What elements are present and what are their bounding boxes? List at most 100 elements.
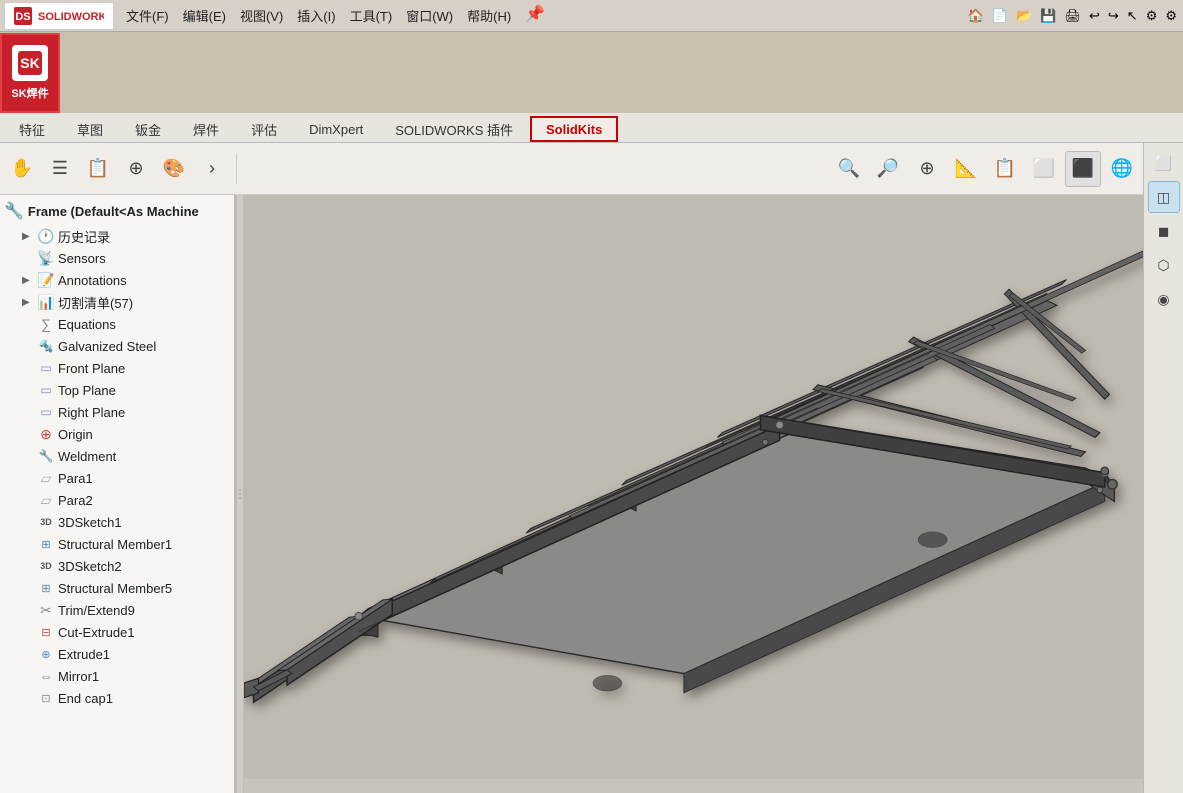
right-toolbar: ⬜ ◫ ◼ ⬡ ◉	[1143, 143, 1183, 793]
tree-label: End cap1	[58, 691, 234, 706]
mirror-icon: ⇔	[37, 668, 55, 684]
render-btn[interactable]: 🌐	[1104, 151, 1140, 187]
menu-edit[interactable]: 编辑(E)	[177, 4, 232, 27]
tree-item-equations[interactable]: ∑ Equations	[0, 313, 234, 335]
options-icon[interactable]: ⚙	[1163, 8, 1179, 24]
redo-icon[interactable]: ↪	[1106, 8, 1121, 24]
plane-icon: ▭	[37, 383, 55, 397]
select-icon[interactable]: ↖	[1125, 8, 1140, 24]
tree-item-mirror1[interactable]: ⇔ Mirror1	[0, 665, 234, 687]
tree-item-structural5[interactable]: ⊞ Structural Member5	[0, 577, 234, 599]
secondary-toolbar: ✋ ☰ 📋 ⊕ 🎨 › 🔍 🔎 ⊕ 📐 📋 ⬜ ⬛ 🌐 ✨	[0, 143, 1183, 195]
save-icon[interactable]: 💾	[1038, 8, 1058, 24]
menu-window[interactable]: 窗口(W)	[400, 4, 459, 27]
app-icon-panel[interactable]: SK SK焊件	[0, 33, 60, 113]
tree-item-top-plane[interactable]: ▭ Top Plane	[0, 379, 234, 401]
tree-item-cutlist[interactable]: ▶ 📊 切割清单(57)	[0, 291, 234, 313]
tab-tezheng[interactable]: 特征	[4, 116, 60, 142]
measure-btn[interactable]: 📐	[948, 151, 984, 187]
tab-pinggu[interactable]: 评估	[236, 116, 292, 142]
tree-item-annotations[interactable]: ▶ 📝 Annotations	[0, 269, 234, 291]
frame-model-svg	[244, 143, 1143, 793]
tree-item-structural1[interactable]: ⊞ Structural Member1	[0, 533, 234, 555]
menu-help[interactable]: 帮助(H)	[461, 4, 517, 27]
color-wheel-btn[interactable]: 🎨	[156, 151, 192, 187]
display-hidden-btn[interactable]: ◫	[1148, 181, 1180, 213]
tree-item-cut-extrude[interactable]: ⊟ Cut-Extrude1	[0, 621, 234, 643]
weldment-icon: 🔧	[37, 449, 55, 463]
print-icon[interactable]: 🖨	[1062, 8, 1083, 24]
plane-icon: ▭	[37, 361, 55, 375]
tree-label: Extrude1	[58, 647, 234, 662]
tree-label: Right Plane	[58, 405, 234, 420]
tree-root-item[interactable]: 🔧 Frame (Default<As Machine	[0, 195, 234, 225]
title-menu-bar: 文件(F) 编辑(E) 视图(V) 插入(I) 工具(T) 窗口(W) 帮助(H…	[120, 4, 551, 27]
tree-label: Top Plane	[58, 383, 234, 398]
tree-label: Annotations	[58, 273, 234, 288]
structural-icon: ⊞	[37, 582, 55, 595]
tree-item-extrude1[interactable]: ⊕ Extrude1	[0, 643, 234, 665]
tab-solidkits[interactable]: SolidKits	[530, 116, 618, 142]
rebuild-icon[interactable]: ⚙	[1144, 8, 1160, 24]
undo-icon[interactable]: ↩	[1087, 8, 1102, 24]
tree-item-3dsketch2[interactable]: 3D 3DSketch2	[0, 555, 234, 577]
zoom-area-btn[interactable]: ⊕	[909, 151, 945, 187]
tree-item-origin[interactable]: ⊕ Origin	[0, 423, 234, 445]
panel-splitter[interactable]	[236, 195, 244, 793]
new-doc-icon[interactable]: 📄	[990, 8, 1010, 24]
tree-item-3dsketch1[interactable]: 3D 3DSketch1	[0, 511, 234, 533]
tree-label: 3DSketch1	[58, 515, 234, 530]
tree-item-weldment[interactable]: 🔧 Weldment	[0, 445, 234, 467]
3dsketch-icon: 3D	[37, 517, 55, 527]
tree-item-para2[interactable]: ▱ Para2	[0, 489, 234, 511]
tree-item-endcap1[interactable]: ⊡ End cap1	[0, 687, 234, 709]
svg-text:SOLIDWORKS: SOLIDWORKS	[38, 11, 104, 23]
section-view-btn[interactable]: 📋	[987, 151, 1023, 187]
properties-btn[interactable]: 📋	[80, 151, 116, 187]
menu-file[interactable]: 文件(F)	[120, 4, 175, 27]
sketch-icon: ▱	[37, 492, 55, 509]
tab-sw-plugins[interactable]: SOLIDWORKS 插件	[380, 116, 528, 142]
annotation-icon: 📝	[37, 272, 55, 289]
home-icon[interactable]: 🏠	[966, 8, 986, 24]
tab-caotu[interactable]: 草图	[62, 116, 118, 142]
open-icon[interactable]: 📂	[1014, 8, 1034, 24]
hand-tool-btn[interactable]: ✋	[4, 151, 40, 187]
search-glass-btn[interactable]: 🔍	[831, 151, 867, 187]
display-flat-btn[interactable]: ⬜	[1148, 147, 1180, 179]
tree-label: Sensors	[58, 251, 234, 266]
tree-item-front-plane[interactable]: ▭ Front Plane	[0, 357, 234, 379]
tab-banjin[interactable]: 钣金	[120, 116, 176, 142]
tree-item-right-plane[interactable]: ▭ Right Plane	[0, 401, 234, 423]
menu-view[interactable]: 视图(V)	[234, 4, 289, 27]
tree-item-sensors[interactable]: 📡 Sensors	[0, 247, 234, 269]
3dsketch-icon: 3D	[37, 561, 55, 571]
svg-text:DS: DS	[15, 11, 30, 23]
display-realistic-btn[interactable]: ◉	[1148, 283, 1180, 315]
tree-item-trim[interactable]: ✂ Trim/Extend9	[0, 599, 234, 621]
display-style-btn[interactable]: ⬜	[1026, 151, 1062, 187]
list-view-btn[interactable]: ☰	[42, 151, 78, 187]
tree-item-para1[interactable]: ▱ Para1	[0, 467, 234, 489]
display-wireframe-btn[interactable]: ⬡	[1148, 249, 1180, 281]
tab-dimxpert[interactable]: DimXpert	[294, 116, 378, 142]
search-btn2[interactable]: 🔎	[870, 151, 906, 187]
3d-viewport[interactable]	[244, 143, 1143, 793]
tree-label: 历史记录	[58, 227, 234, 246]
expand-arrow: ▶	[22, 297, 34, 308]
appearance-btn[interactable]: ⬛	[1065, 151, 1101, 187]
expand-btn[interactable]: ›	[194, 151, 230, 187]
tab-hanjian[interactable]: 焊件	[178, 116, 234, 142]
tree-item-material[interactable]: 🔩 Galvanized Steel	[0, 335, 234, 357]
display-shaded-btn[interactable]: ◼	[1148, 215, 1180, 247]
tree-label: Front Plane	[58, 361, 234, 376]
tree-label: Structural Member5	[58, 581, 234, 596]
tree-item-history[interactable]: ▶ 🕐 历史记录	[0, 225, 234, 247]
root-label: Frame (Default<As Machine	[28, 204, 199, 219]
tree-label: Para1	[58, 471, 234, 486]
equation-icon: ∑	[37, 316, 55, 332]
target-btn[interactable]: ⊕	[118, 151, 154, 187]
tree-label: Mirror1	[58, 669, 234, 684]
menu-tools[interactable]: 工具(T)	[344, 4, 399, 27]
menu-insert[interactable]: 插入(I)	[291, 4, 341, 27]
